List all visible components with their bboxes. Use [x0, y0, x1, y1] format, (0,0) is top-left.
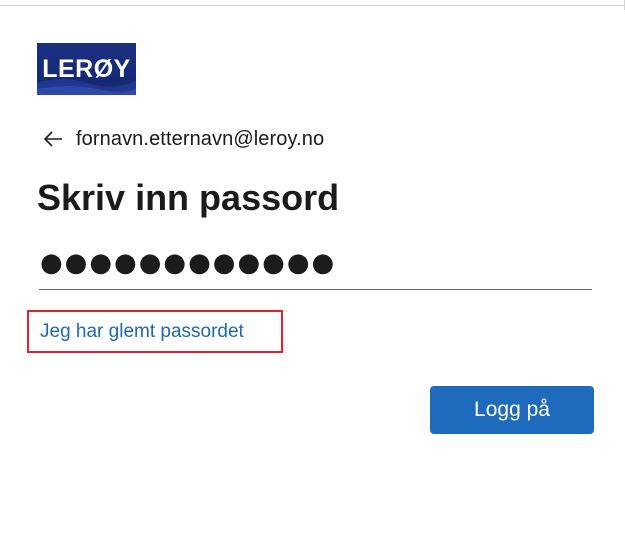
- window-top-border: [0, 0, 625, 6]
- company-logo: LERØY: [37, 43, 136, 95]
- account-identity: fornavn.etternavn@leroy.no: [42, 124, 324, 154]
- signin-button[interactable]: Logg på: [430, 386, 594, 434]
- password-input[interactable]: [39, 240, 592, 290]
- logo-text: LERØY: [42, 55, 131, 83]
- arrow-left-icon[interactable]: [42, 128, 64, 150]
- signin-page: LERØY fornavn.etternavn@leroy.no Skriv i…: [0, 0, 625, 551]
- forgot-password-link[interactable]: Jeg har glemt passordet: [40, 320, 244, 344]
- page-title: Skriv inn passord: [37, 177, 340, 218]
- account-email: fornavn.etternavn@leroy.no: [76, 127, 325, 150]
